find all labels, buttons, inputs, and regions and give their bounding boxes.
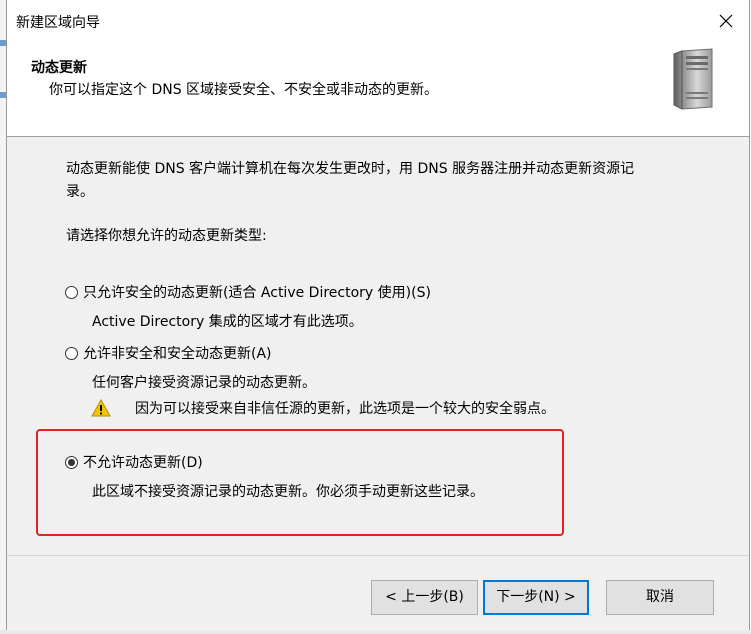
radio-button-unchecked[interactable] bbox=[65, 285, 78, 299]
radio-label[interactable]: 只允许安全的动态更新(适合 Active Directory 使用)(S) bbox=[83, 282, 431, 302]
window-title: 新建区域向导 bbox=[16, 15, 100, 31]
next-button[interactable]: 下一步(N) > bbox=[483, 580, 589, 615]
radio-no-dynamic-updates[interactable]: 不允许动态更新(D) bbox=[65, 452, 203, 472]
intro-line: 动态更新能使 DNS 客户端计算机在每次发生更改时，用 DNS 服务器注册并动态… bbox=[66, 161, 635, 177]
option-description: 任何客户接受资源记录的动态更新。 bbox=[92, 375, 316, 391]
close-button[interactable] bbox=[713, 8, 739, 34]
radio-nonsecure-and-secure[interactable]: 允许非安全和安全动态更新(A) bbox=[65, 343, 272, 363]
page-title: 动态更新 bbox=[31, 60, 87, 76]
selection-prompt: 请选择你想允许的动态更新类型: bbox=[66, 228, 267, 244]
radio-label[interactable]: 不允许动态更新(D) bbox=[83, 452, 203, 472]
intro-text: 动态更新能使 DNS 客户端计算机在每次发生更改时，用 DNS 服务器注册并动态… bbox=[66, 158, 696, 204]
close-icon bbox=[719, 14, 733, 28]
option-description: Active Directory 集成的区域才有此选项。 bbox=[92, 314, 363, 330]
option-description: 此区域不接受资源记录的动态更新。你必须手动更新这些记录。 bbox=[92, 484, 484, 500]
cancel-button[interactable]: 取消 bbox=[606, 580, 714, 615]
radio-label[interactable]: 允许非安全和安全动态更新(A) bbox=[83, 343, 272, 363]
radio-button-unchecked[interactable] bbox=[65, 346, 78, 360]
server-tower-icon bbox=[673, 48, 713, 110]
security-warning: 因为可以接受来自非信任源的更新，此选项是一个较大的安全弱点。 bbox=[91, 398, 555, 418]
wizard-content: 动态更新能使 DNS 客户端计算机在每次发生更改时，用 DNS 服务器注册并动态… bbox=[7, 137, 749, 555]
warning-icon bbox=[91, 399, 111, 417]
radio-button-checked[interactable] bbox=[65, 455, 78, 469]
wizard-header: 动态更新 你可以指定这个 DNS 区域接受安全、不安全或非动态的更新。 bbox=[7, 42, 749, 137]
back-button[interactable]: < 上一步(B) bbox=[371, 580, 478, 615]
title-bar[interactable]: 新建区域向导 bbox=[7, 0, 749, 42]
page-subtitle: 你可以指定这个 DNS 区域接受安全、不安全或非动态的更新。 bbox=[49, 82, 439, 98]
new-zone-wizard-dialog: 新建区域向导 动态更新 你可以指定这个 DNS 区域接受安全、不安全或非动态的更… bbox=[6, 0, 750, 631]
wizard-footer: < 上一步(B) 下一步(N) > 取消 bbox=[7, 555, 749, 631]
warning-text: 因为可以接受来自非信任源的更新，此选项是一个较大的安全弱点。 bbox=[135, 401, 555, 417]
intro-line: 录。 bbox=[66, 184, 94, 200]
radio-secure-only[interactable]: 只允许安全的动态更新(适合 Active Directory 使用)(S) bbox=[65, 282, 431, 302]
